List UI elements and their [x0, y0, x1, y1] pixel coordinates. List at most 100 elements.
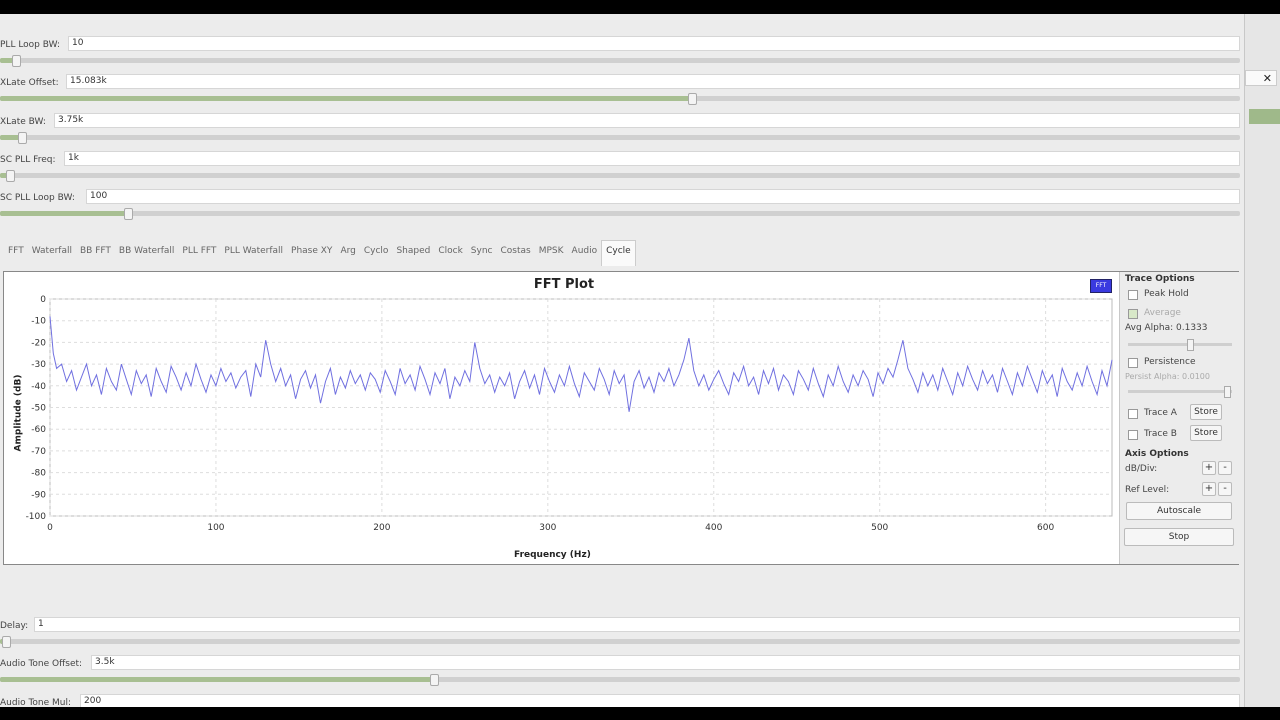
controls_bottom-control-2: Audio Tone Mul: 200 — [0, 694, 1240, 707]
fft-plot-panel: 0 -10 -20 -30 -40 -50 -60 -70 -80 -90 -100 0 100 200 3… — [3, 271, 1239, 565]
control-slider-fill — [0, 211, 128, 216]
tab-fft[interactable]: FFT — [4, 240, 28, 266]
stop-button[interactable]: Stop — [1124, 528, 1234, 546]
tab-cycle[interactable]: Cycle — [601, 240, 636, 266]
main-window: PLL Loop BW: 10 XLate Offset: 15.083k XLate … — [0, 14, 1244, 707]
tab-waterfall[interactable]: Waterfall — [28, 240, 76, 266]
avg-alpha-handle[interactable] — [1187, 339, 1195, 351]
y-tick-label: -10 — [31, 317, 46, 327]
y-tick-label: -40 — [31, 382, 46, 392]
control-slider-handle[interactable] — [687, 93, 697, 105]
controls_top-control-3: SC PLL Freq: 1k — [0, 151, 1240, 189]
controls_bottom-control-0: Delay: 1 — [0, 617, 1240, 655]
tab-bar: FFT Waterfall BB FFT BB Waterfall PLL FFT PLL… — [4, 240, 636, 266]
controls_top-control-4: SC PLL Loop BW: 100 — [0, 189, 1240, 227]
db-div-plus-button[interactable]: + — [1202, 461, 1216, 475]
control-slider[interactable] — [0, 674, 1240, 686]
control-label: XLate Offset: — [0, 78, 59, 88]
control-value-field[interactable]: 3.75k — [54, 113, 1240, 128]
control-slider-handle[interactable] — [18, 132, 28, 144]
control-label: XLate BW: — [0, 117, 46, 127]
y-tick-label: -100 — [26, 512, 47, 522]
y-axis-label: Amplitude (dB) — [13, 374, 24, 452]
trace-a-checkbox[interactable] — [1128, 409, 1138, 419]
side-slider-fill — [1249, 109, 1280, 124]
tab-audio[interactable]: Audio — [568, 240, 602, 266]
trace-a-store-button[interactable]: Store — [1190, 404, 1222, 420]
autoscale-button[interactable]: Autoscale — [1126, 502, 1232, 520]
average-label: Average — [1144, 308, 1181, 318]
y-tick-label: -20 — [31, 338, 46, 348]
bottom-black-bar — [0, 707, 1280, 720]
persist-alpha-label: Persist Alpha: 0.0100 — [1125, 372, 1210, 381]
average-checkbox[interactable] — [1128, 309, 1138, 319]
control-slider-handle[interactable] — [12, 55, 22, 67]
persistence-checkbox[interactable] — [1128, 358, 1138, 368]
tab-pll-fft[interactable]: PLL FFT — [178, 240, 220, 266]
avg-alpha-slider[interactable] — [1128, 339, 1232, 351]
tab-shaped[interactable]: Shaped — [392, 240, 434, 266]
y-tick-label: -50 — [31, 404, 46, 414]
ref-level-plus-button[interactable]: + — [1202, 482, 1216, 496]
avg-alpha-label: Avg Alpha: 0.1333 — [1125, 323, 1208, 333]
control-slider[interactable] — [0, 55, 1240, 67]
tab-pll-waterfall[interactable]: PLL Waterfall — [220, 240, 287, 266]
ref-level-minus-button[interactable]: - — [1218, 482, 1232, 496]
plot-area: 0 -10 -20 -30 -40 -50 -60 -70 -80 -90 -100 0 100 200 3… — [4, 272, 1119, 564]
close-icon[interactable]: ✕ — [1245, 70, 1277, 86]
x-tick-label: 200 — [373, 523, 390, 533]
controls_top-control-1: XLate Offset: 15.083k — [0, 74, 1240, 112]
control-value-field[interactable]: 15.083k — [66, 74, 1240, 89]
controls_bottom-control-1: Audio Tone Offset: 3.5k — [0, 655, 1240, 693]
control-slider-handle[interactable] — [5, 170, 15, 182]
x-tick-label: 500 — [871, 523, 888, 533]
control-value-field[interactable]: 3.5k — [91, 655, 1240, 670]
control-slider-fill — [0, 677, 434, 682]
trace-options-title: Trace Options — [1125, 274, 1195, 284]
persist-alpha-slider[interactable] — [1128, 386, 1232, 398]
top-black-bar — [0, 0, 1280, 14]
persistence-label: Persistence — [1144, 357, 1196, 367]
tab-bb-waterfall[interactable]: BB Waterfall — [115, 240, 179, 266]
persist-alpha-handle[interactable] — [1224, 386, 1231, 398]
db-div-label: dB/Div: — [1125, 464, 1158, 474]
tab-arg[interactable]: Arg — [336, 240, 359, 266]
ref-level-label: Ref Level: — [1125, 485, 1170, 495]
trace-b-store-button[interactable]: Store — [1190, 425, 1222, 441]
control-value-field[interactable]: 10 — [68, 36, 1240, 51]
tab-phase-xy[interactable]: Phase XY — [287, 240, 336, 266]
control-slider[interactable] — [0, 132, 1240, 144]
tab-costas[interactable]: Costas — [497, 240, 535, 266]
control-label: SC PLL Freq: — [0, 155, 56, 165]
x-tick-label: 0 — [47, 523, 53, 533]
control-slider[interactable] — [0, 93, 1240, 105]
control-slider-handle[interactable] — [2, 636, 12, 648]
control-slider[interactable] — [0, 208, 1240, 220]
control-value-field[interactable]: 1 — [34, 617, 1240, 632]
legend-fft[interactable]: FFT — [1090, 279, 1112, 293]
peak-hold-checkbox[interactable] — [1128, 290, 1138, 300]
control-slider[interactable] — [0, 170, 1240, 182]
tab-cyclo[interactable]: Cyclo — [360, 240, 393, 266]
control-label: SC PLL Loop BW: — [0, 193, 75, 203]
control-label: Delay: — [0, 621, 29, 631]
control-slider-handle[interactable] — [123, 208, 133, 220]
y-tick-label: -80 — [31, 469, 46, 479]
tab-sync[interactable]: Sync — [467, 240, 497, 266]
trace-b-checkbox[interactable] — [1128, 430, 1138, 440]
control-value-field[interactable]: 100 — [86, 189, 1240, 204]
control-slider[interactable] — [0, 636, 1240, 648]
tab-clock[interactable]: Clock — [434, 240, 466, 266]
trace-a-label: Trace A — [1144, 408, 1177, 418]
tab-bb-fft[interactable]: BB FFT — [76, 240, 115, 266]
tab-mpsk[interactable]: MPSK — [535, 240, 568, 266]
control-label: Audio Tone Mul: — [0, 698, 72, 707]
axis-options-title: Axis Options — [1125, 449, 1189, 459]
db-div-minus-button[interactable]: - — [1218, 461, 1232, 475]
control-slider-handle[interactable] — [430, 674, 439, 686]
trace-options-panel: Trace Options Peak Hold Average Avg Alph… — [1119, 272, 1239, 564]
y-tick-label: -60 — [31, 425, 46, 435]
control-value-field[interactable]: 200 — [80, 694, 1240, 707]
control-value-field[interactable]: 1k — [64, 151, 1240, 166]
y-tick-label: -70 — [31, 447, 46, 457]
